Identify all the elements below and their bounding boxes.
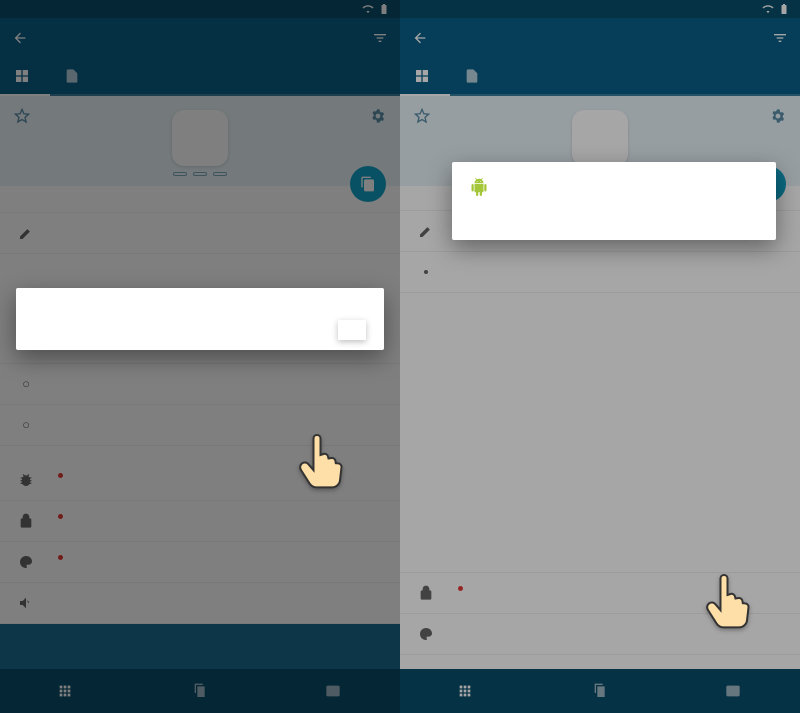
grid-icon [414, 68, 430, 84]
install-button[interactable] [614, 208, 758, 232]
cancel-button[interactable] [470, 208, 614, 232]
app-badges [0, 172, 400, 176]
app-bar [400, 18, 800, 58]
row-add-badge[interactable]: ○ [0, 364, 400, 405]
pencil-icon [418, 223, 434, 239]
tab-installed[interactable] [400, 58, 450, 96]
pencil-icon [18, 225, 34, 241]
nav-card[interactable] [267, 669, 400, 713]
star-icon[interactable] [414, 108, 430, 124]
screenshot-right [400, 0, 800, 713]
settings-list: ○ ○ [0, 186, 400, 624]
nav-apps[interactable] [0, 669, 133, 713]
clone-success-dialog [16, 288, 384, 350]
nav-clone[interactable] [533, 669, 666, 713]
volume-off-icon [18, 595, 34, 611]
badge-version [173, 172, 187, 176]
tab-bar [400, 58, 800, 96]
clone-nav-icon [192, 683, 208, 699]
card-icon [325, 683, 341, 699]
tab-bar [0, 58, 400, 96]
file-icon [64, 68, 80, 84]
nav-clone[interactable] [133, 669, 266, 713]
badge-lib [213, 172, 227, 176]
row-settings[interactable] [400, 252, 800, 293]
app-icon [572, 110, 628, 166]
lock-icon [18, 513, 34, 529]
tab-installed[interactable] [0, 58, 50, 96]
app-hero [0, 96, 400, 186]
install-app-button[interactable] [338, 320, 366, 340]
wifi-icon [762, 3, 774, 15]
status-bar [0, 0, 400, 18]
row-name[interactable] [0, 213, 400, 254]
app-bar [0, 18, 400, 58]
bottom-nav [0, 669, 400, 713]
back-icon[interactable] [12, 30, 28, 46]
app-icon [172, 110, 228, 166]
row-clone-count[interactable] [0, 186, 400, 213]
clone-icon [360, 176, 376, 192]
gear-icon[interactable] [770, 108, 786, 124]
screenshot-left: ○ ○ [0, 0, 400, 713]
row-display[interactable] [0, 542, 400, 583]
battery-icon [778, 3, 790, 15]
tab-apk[interactable] [50, 58, 100, 94]
lock-icon [418, 585, 434, 601]
install-permission-dialog [452, 162, 776, 240]
nav-apps[interactable] [400, 669, 533, 713]
filter-icon[interactable] [372, 30, 388, 46]
bug-icon [18, 472, 34, 488]
wifi-icon [362, 3, 374, 15]
apps-icon [57, 683, 73, 699]
row-privacy[interactable] [0, 501, 400, 542]
android-icon [470, 178, 488, 196]
nav-card[interactable] [667, 669, 800, 713]
cancel-button[interactable] [310, 320, 338, 340]
file-icon [464, 68, 480, 84]
status-bar [400, 0, 800, 18]
palette-icon [18, 554, 34, 570]
bottom-nav [400, 669, 800, 713]
row-media[interactable] [0, 583, 400, 624]
tab-apk[interactable] [450, 58, 500, 94]
battery-icon [378, 3, 390, 15]
palette-icon [418, 626, 434, 642]
star-icon[interactable] [14, 108, 30, 124]
gear-icon[interactable] [370, 108, 386, 124]
badge-package [193, 172, 207, 176]
clone-fab[interactable] [350, 166, 386, 202]
row-spacer [400, 293, 800, 573]
tap-hand-icon [295, 430, 345, 495]
filter-icon[interactable] [772, 30, 788, 46]
tap-hand-icon [702, 570, 752, 635]
gear-small-icon [418, 264, 434, 280]
back-icon[interactable] [412, 30, 428, 46]
grid-icon [14, 68, 30, 84]
